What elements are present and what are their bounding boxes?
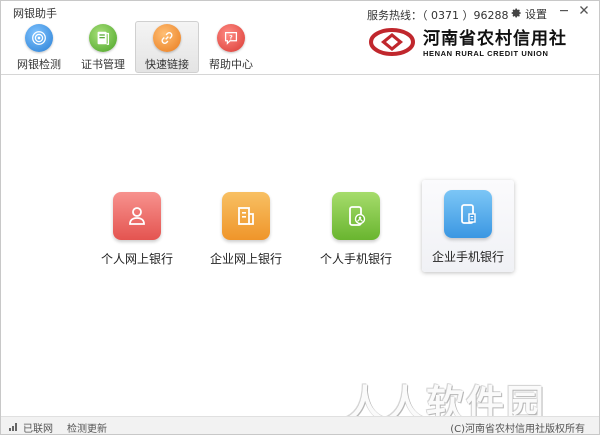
close-button[interactable] <box>577 4 591 18</box>
brand-name-cn: 河南省农村信用社 <box>423 29 567 49</box>
nav-item-detect[interactable]: 网银检测 <box>7 21 71 73</box>
tile-label: 企业手机银行 <box>431 250 504 264</box>
nav-label: 快速链接 <box>145 58 189 71</box>
nav-label: 证书管理 <box>81 58 125 71</box>
network-status-label: 已联网 <box>23 424 53 435</box>
nav-item-help[interactable]: ? 帮助中心 <box>199 21 263 73</box>
certificate-icon <box>89 24 117 52</box>
person-icon <box>113 192 161 240</box>
minimize-icon <box>559 4 569 18</box>
app-title: 网银助手 <box>13 7 57 20</box>
close-icon <box>579 4 589 18</box>
building-icon <box>222 192 270 240</box>
status-bar: 已联网 检测更新 (C)河南省农村信用社版权所有 <box>1 416 599 434</box>
tile-corporate-mobile-banking[interactable]: 企业手机银行 <box>422 180 514 272</box>
tile-label: 企业网上银行 <box>209 252 282 266</box>
settings-label: 设置 <box>525 8 547 21</box>
link-icon <box>153 24 181 52</box>
svg-text:?: ? <box>229 34 233 41</box>
brand-name-en: HENAN RURAL CREDIT UNION <box>423 49 549 58</box>
settings-button[interactable]: 设置 <box>510 6 547 22</box>
copyright: (C)河南省农村信用社版权所有 <box>450 424 585 435</box>
tile-personal-mobile-banking[interactable]: 个人手机银行 <box>310 182 402 274</box>
signal-icon <box>9 421 19 434</box>
service-hotline: 服务热线：（ 0371 ）96288 <box>367 9 509 22</box>
rcu-logo-icon <box>369 27 415 60</box>
network-status: 已联网 <box>9 420 53 435</box>
nav-label: 帮助中心 <box>209 58 253 71</box>
nav-item-certificate[interactable]: 证书管理 <box>71 21 135 73</box>
tile-personal-online-banking[interactable]: 个人网上银行 <box>91 182 183 274</box>
app-window: 网银助手 服务热线：（ 0371 ）96288 设置 网银检测 证书管理 快速链… <box>0 0 600 435</box>
main-nav: 网银检测 证书管理 快速链接 ? 帮助中心 <box>7 21 263 73</box>
header: 网银助手 服务热线：（ 0371 ）96288 设置 网银检测 证书管理 快速链… <box>1 1 599 75</box>
phone-person-icon <box>332 192 380 240</box>
check-update-link[interactable]: 检测更新 <box>67 420 107 434</box>
nav-item-quick-links[interactable]: 快速链接 <box>135 21 199 73</box>
tile-corporate-online-banking[interactable]: 企业网上银行 <box>200 182 292 274</box>
tile-label: 个人网上银行 <box>100 252 173 266</box>
gear-icon <box>510 7 522 22</box>
brand-text: 河南省农村信用社 HENAN RURAL CREDIT UNION <box>423 29 567 58</box>
help-bubble-icon: ? <box>217 24 245 52</box>
radar-icon <box>25 24 53 52</box>
tile-label: 个人手机银行 <box>319 252 392 266</box>
minimize-button[interactable] <box>557 4 571 18</box>
brand-logo: 河南省农村信用社 HENAN RURAL CREDIT UNION <box>369 27 567 60</box>
phone-building-icon <box>444 190 492 238</box>
quick-links-panel: 个人网上银行 企业网上银行 个人手机银行 企业手机银行 <box>1 76 599 416</box>
nav-label: 网银检测 <box>17 58 61 71</box>
